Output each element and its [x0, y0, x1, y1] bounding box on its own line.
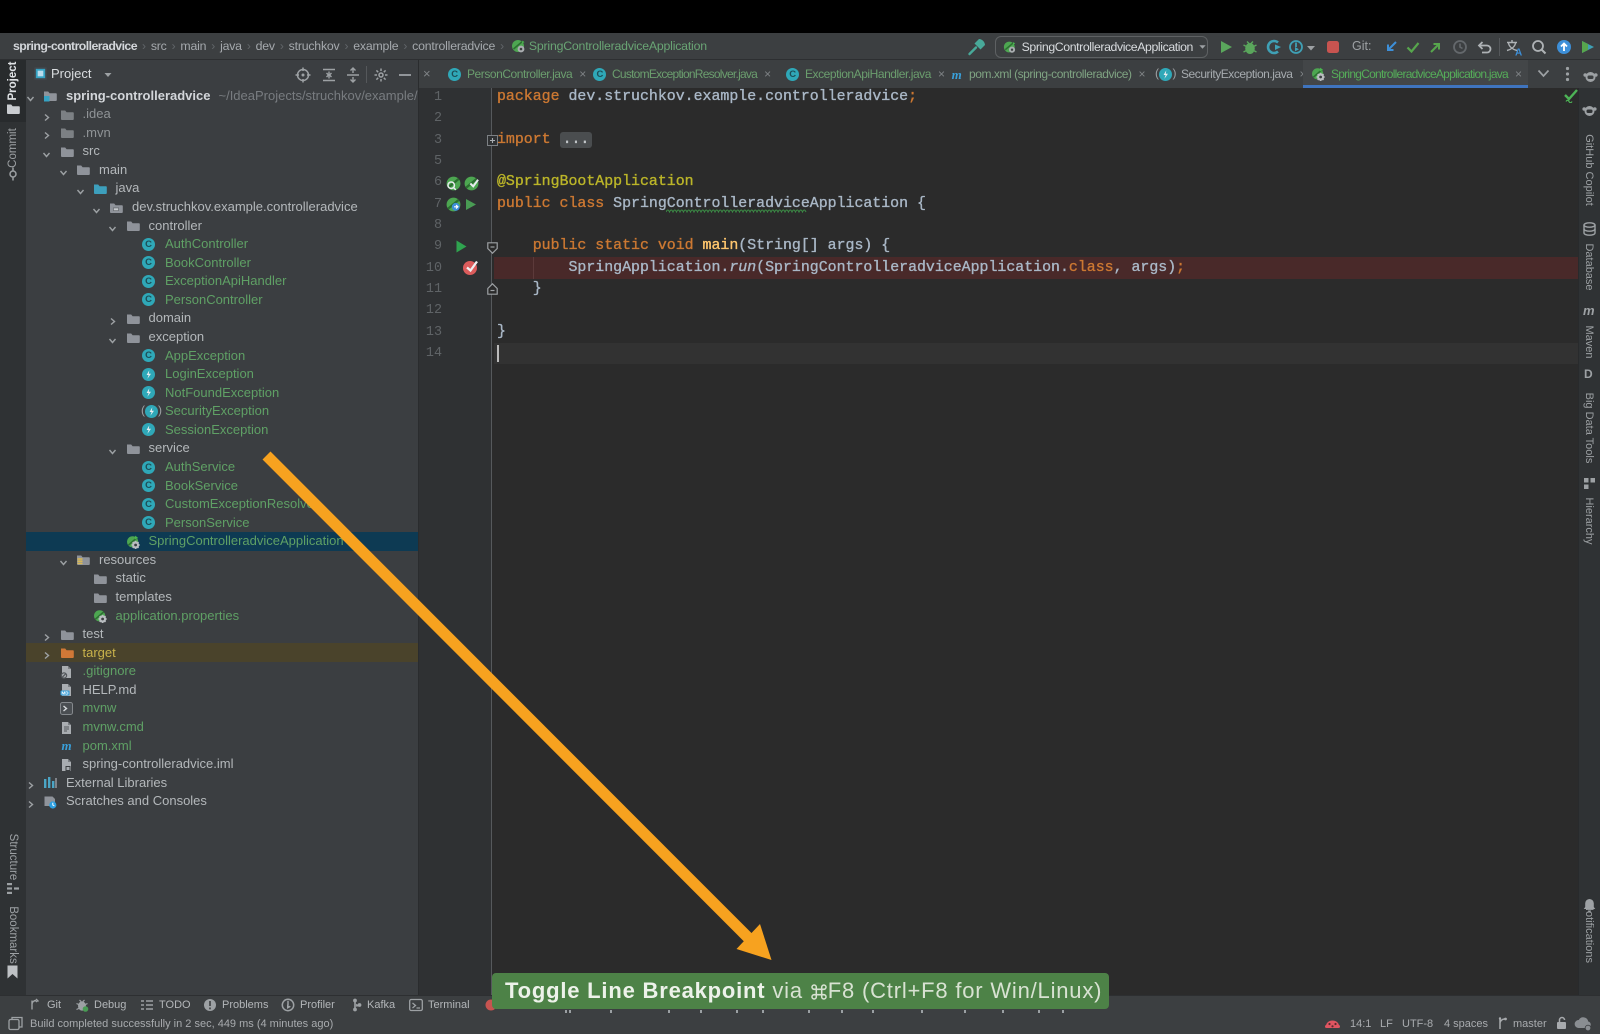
svg-text:MD: MD — [61, 691, 69, 696]
svg-text:m: m — [952, 68, 962, 81]
svg-text:A: A — [1515, 48, 1522, 57]
svg-text:m: m — [61, 739, 71, 752]
